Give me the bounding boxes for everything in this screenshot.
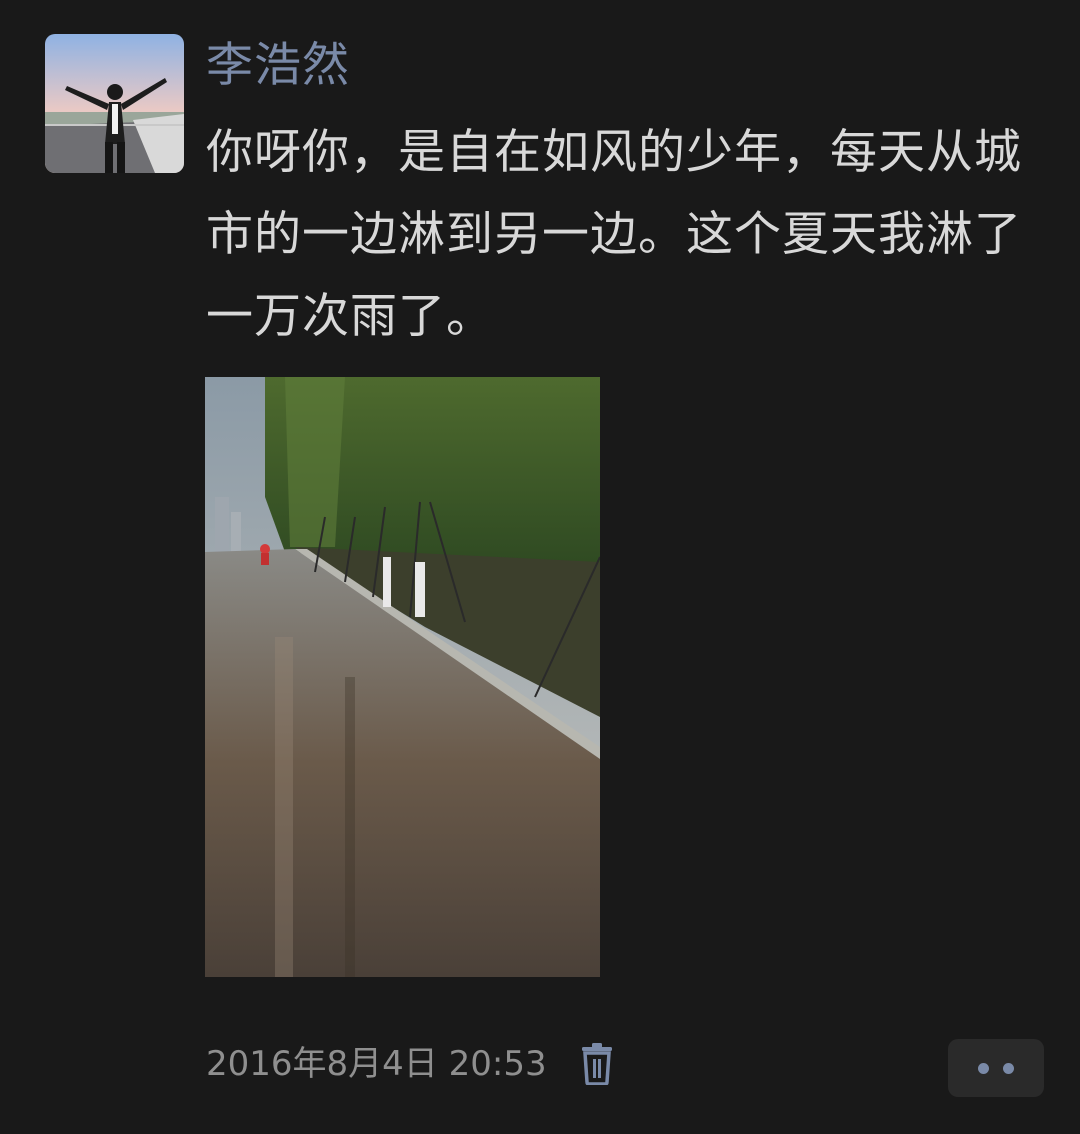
post-text: 你呀你，是自在如风的少年，每天从城市的一边淋到另一边。这个夏天我淋了一万次雨了。 <box>206 125 1022 344</box>
more-dots-icon <box>1003 1063 1014 1074</box>
more-dots-icon <box>978 1063 989 1074</box>
avatar-image <box>45 34 184 173</box>
post-timestamp: 2016年8月4日 20:53 <box>206 1044 547 1084</box>
author-name[interactable]: 李浩然 <box>206 32 350 100</box>
post-photo-image <box>205 377 600 977</box>
trash-icon[interactable] <box>578 1041 616 1086</box>
moments-post: 李浩然 你呀你，是自在如风的少年，每天从城市的一边淋到另一边。这个夏天我淋了一万… <box>0 0 1080 1134</box>
trash-icon-glyph <box>582 1043 612 1086</box>
post-photo[interactable] <box>205 377 600 977</box>
avatar[interactable] <box>45 34 184 173</box>
more-button[interactable] <box>948 1039 1044 1097</box>
